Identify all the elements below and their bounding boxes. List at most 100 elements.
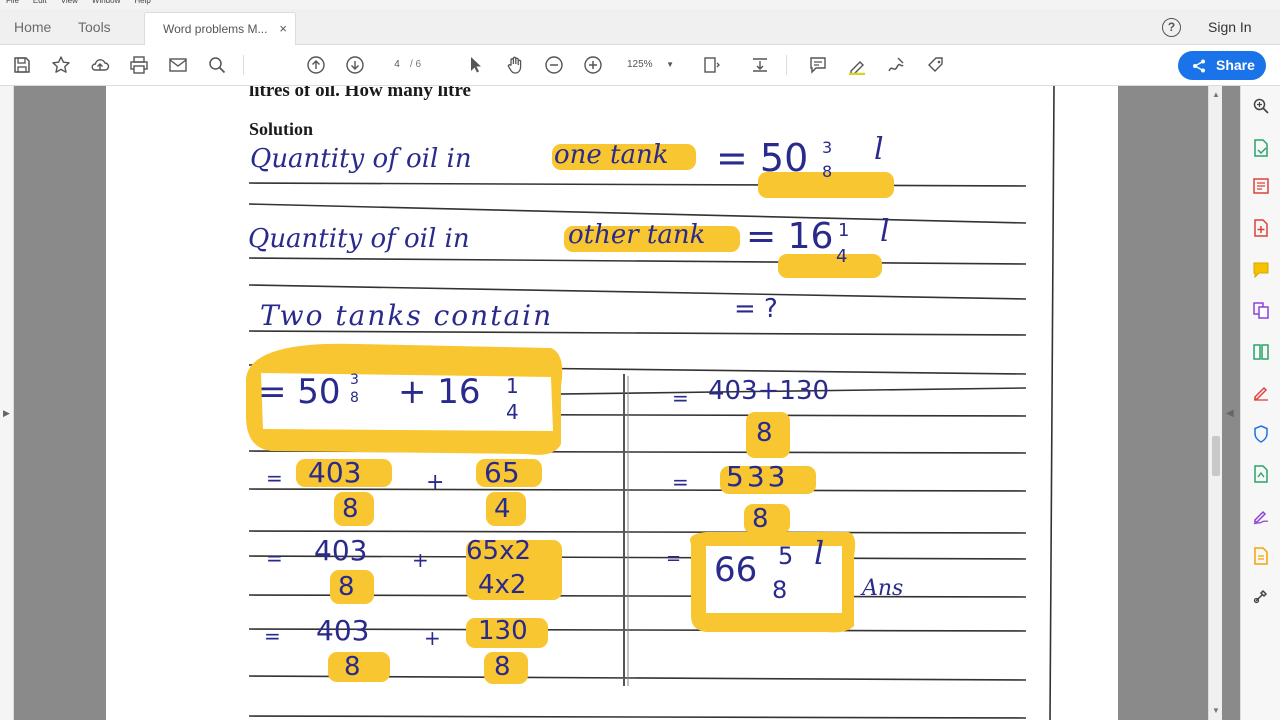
step3-equals: = <box>266 546 283 570</box>
zoom-select[interactable]: 125% ▼ <box>614 54 680 76</box>
protect-icon[interactable] <box>1251 424 1271 444</box>
main-toolbar: 4 / 6 125% ▼ Share <box>0 45 1280 86</box>
step4-plus: + <box>424 626 441 650</box>
line2-unit: l <box>880 214 890 249</box>
zoom-value: 125% <box>627 59 653 70</box>
tab-document[interactable]: Word problems M... × <box>144 12 296 46</box>
tab-home[interactable]: Home <box>14 9 51 45</box>
result3-equals: = <box>666 548 682 569</box>
chevron-left-icon[interactable]: ◀ <box>1226 408 1234 419</box>
zoom-tool-icon[interactable] <box>1251 96 1271 116</box>
select-cursor-icon[interactable] <box>463 53 487 77</box>
step3-b-den: 4x2 <box>478 570 527 600</box>
result1-equals: = <box>672 386 689 410</box>
optimize-pdf-icon[interactable] <box>1251 464 1271 484</box>
print-icon[interactable] <box>127 53 151 77</box>
page-fit-icon[interactable] <box>699 53 723 77</box>
line1-value: = 50 <box>716 136 809 180</box>
line1-fraction-den: 8 <box>822 162 833 181</box>
scan-ocr-icon[interactable] <box>1251 546 1271 566</box>
highlight-pen-icon[interactable] <box>845 53 869 77</box>
tab-tools[interactable]: Tools <box>78 9 111 45</box>
line3-label: Two tanks contain <box>260 299 554 332</box>
sign-in-link[interactable]: Sign In <box>1208 9 1252 45</box>
help-icon[interactable]: ? <box>1162 18 1181 37</box>
tab-bar: Home Tools Word problems M... × ? Sign I… <box>0 9 1280 46</box>
solution-heading: Solution <box>249 119 314 139</box>
line2-fraction-den: 4 <box>836 246 848 267</box>
fill-sign-icon[interactable] <box>1251 382 1271 402</box>
answer-mark: Ans <box>862 576 904 601</box>
right-tools-panel <box>1240 86 1280 720</box>
menu-bar: File Edit View Window Help <box>0 0 1280 9</box>
step1-frac1-num: 3 <box>350 372 359 388</box>
send-for-signature-icon[interactable] <box>1251 506 1271 526</box>
zoom-out-icon[interactable] <box>542 53 566 77</box>
more-tools-icon[interactable] <box>1251 586 1271 606</box>
line3-value: = ? <box>734 294 778 324</box>
share-icon <box>1193 59 1205 73</box>
save-icon[interactable] <box>10 53 34 77</box>
step2-a-den: 8 <box>342 494 359 524</box>
toolbar-divider <box>786 55 787 75</box>
line2-label: Quantity of oil in <box>248 224 470 254</box>
line1-label: Quantity of oil in <box>250 144 472 174</box>
zoom-in-icon[interactable] <box>581 53 605 77</box>
tab-document-label: Word problems M... <box>163 22 268 36</box>
scroll-mode-icon[interactable] <box>748 53 772 77</box>
comment-tool-icon[interactable] <box>1251 260 1271 280</box>
cloud-upload-icon[interactable] <box>88 53 112 77</box>
step1-frac2-den: 4 <box>506 400 519 424</box>
line1-unit: l <box>874 132 884 167</box>
create-pdf-icon[interactable] <box>1251 218 1271 238</box>
step3-b-num: 65x2 <box>466 536 532 566</box>
left-panel-toggle[interactable] <box>0 86 14 720</box>
result2-num: 533 <box>726 460 789 493</box>
step2-b-num: 65 <box>484 456 520 489</box>
sign-icon[interactable] <box>924 53 948 77</box>
result1-den: 8 <box>756 418 773 448</box>
line1-fraction-num: 3 <box>822 138 833 157</box>
comment-icon[interactable] <box>806 53 830 77</box>
menu-view[interactable]: View <box>61 0 78 9</box>
step1-expression: = 50 <box>258 372 341 412</box>
result3-num: 5 <box>778 542 794 570</box>
result1-num: 403+130 <box>708 376 830 406</box>
step3-plus: + <box>412 548 429 572</box>
page-up-icon[interactable] <box>304 53 328 77</box>
chevron-down-icon: ▼ <box>666 60 674 69</box>
page-down-icon[interactable] <box>343 53 367 77</box>
pdf-page: litres of oil. How many litre Solution Q… <box>106 86 1118 720</box>
chevron-right-icon[interactable]: ▶ <box>3 408 10 419</box>
step3-a-den: 8 <box>338 572 355 602</box>
search-icon[interactable] <box>205 53 229 77</box>
menu-file[interactable]: File <box>6 0 19 9</box>
combine-files-icon[interactable] <box>1251 300 1271 320</box>
menu-window[interactable]: Window <box>92 0 120 9</box>
scroll-down-icon[interactable]: ▼ <box>1212 706 1220 715</box>
page-total: / 6 <box>410 59 422 70</box>
step1-frac2-num: 1 <box>506 374 519 398</box>
export-pdf-icon[interactable] <box>1251 138 1271 158</box>
result3-unit: l <box>814 534 825 572</box>
edit-pdf-icon[interactable] <box>1251 176 1271 196</box>
star-icon[interactable] <box>49 53 73 77</box>
organize-pages-icon[interactable] <box>1251 342 1271 362</box>
share-label: Share <box>1216 57 1255 73</box>
scroll-up-icon[interactable]: ▲ <box>1212 90 1220 99</box>
share-button[interactable]: Share <box>1178 51 1266 80</box>
step4-a-num: 403 <box>316 614 370 647</box>
vertical-scrollbar[interactable]: ▲ ▼ <box>1208 86 1222 720</box>
close-icon[interactable]: × <box>279 13 287 45</box>
scrollbar-thumb[interactable] <box>1212 436 1220 476</box>
email-icon[interactable] <box>166 53 190 77</box>
menu-edit[interactable]: Edit <box>33 0 47 9</box>
draw-icon[interactable] <box>884 53 908 77</box>
page-number-input[interactable]: 4 <box>384 54 410 76</box>
menu-help[interactable]: Help <box>134 0 150 9</box>
step2-a-num: 403 <box>308 456 362 489</box>
toolbar-divider <box>243 55 244 75</box>
hand-tool-icon[interactable] <box>503 53 527 77</box>
result2-den: 8 <box>752 504 769 534</box>
line2-fraction-num: 1 <box>838 220 850 241</box>
